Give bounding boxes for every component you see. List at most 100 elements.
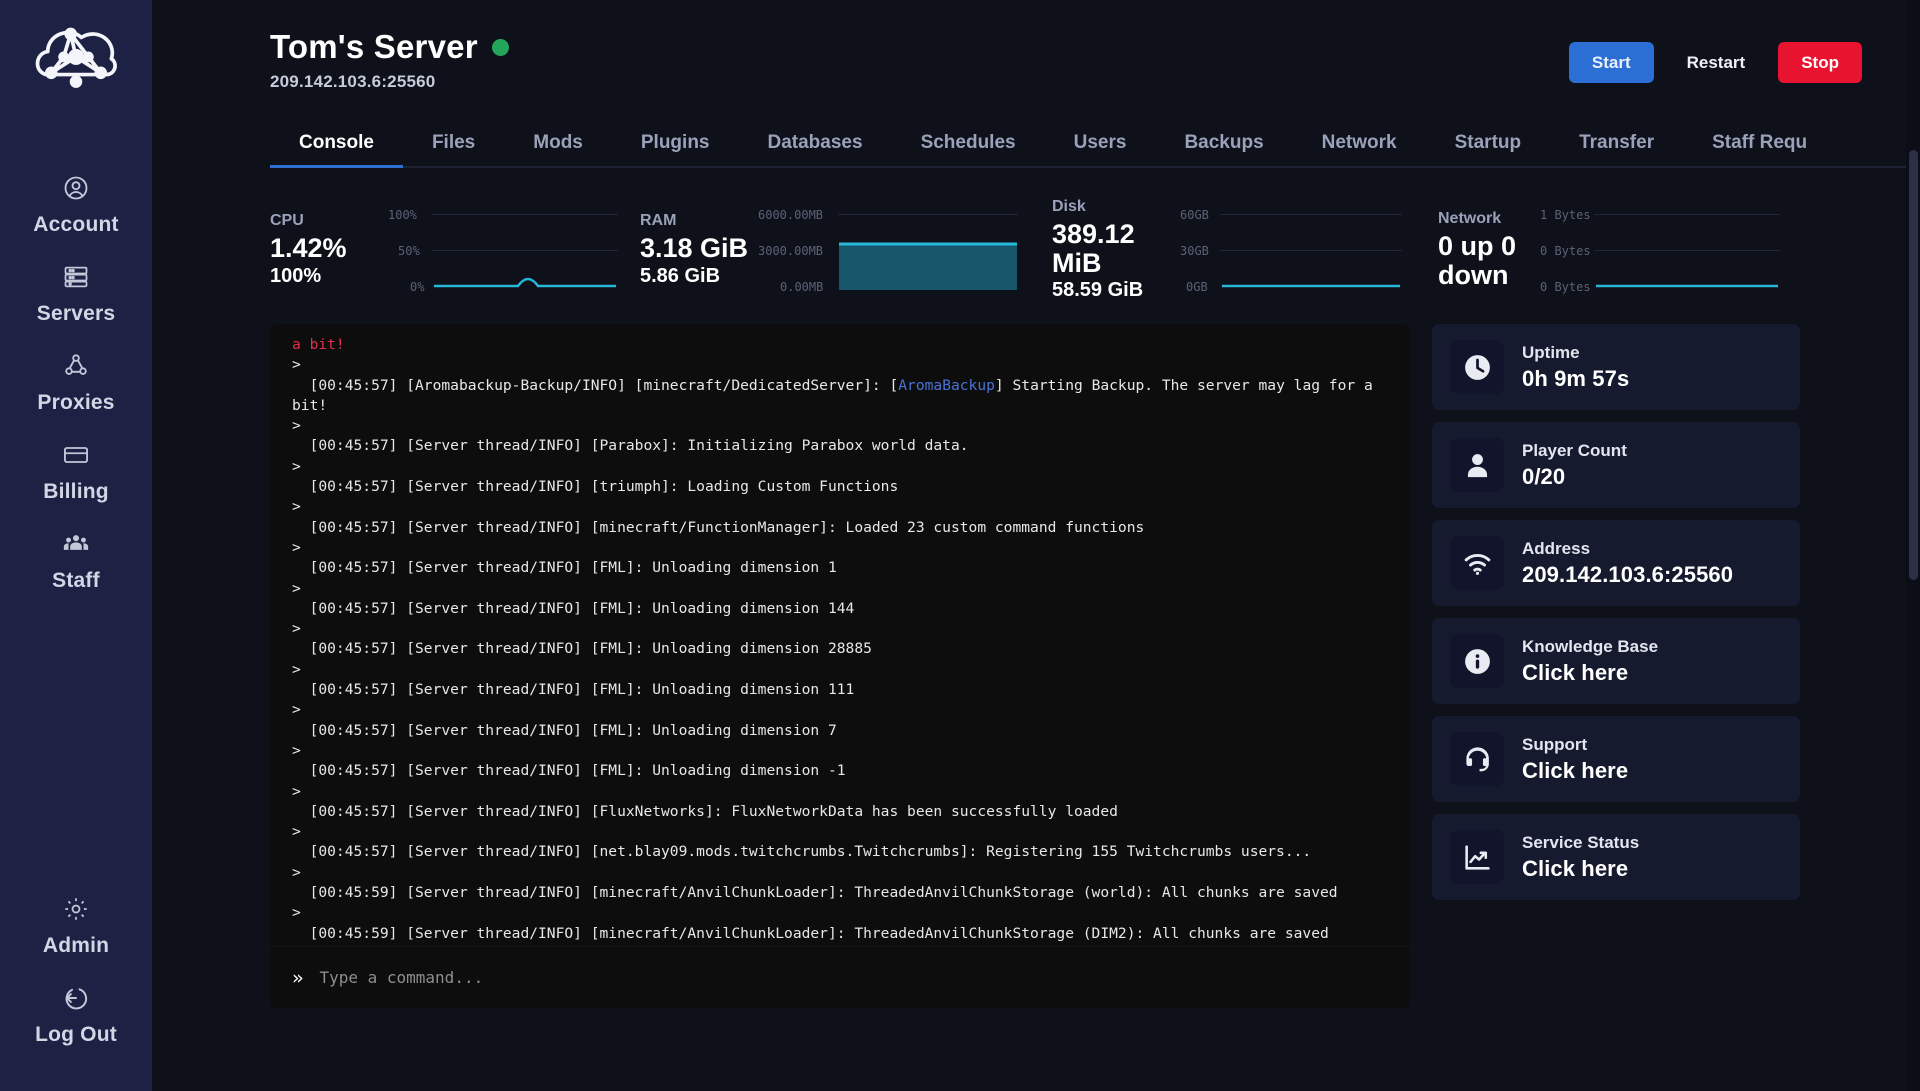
console-log-line: a bit! bbox=[292, 336, 345, 353]
stat-label: Disk bbox=[1052, 197, 1086, 215]
cpu-chart: 100% 50% 0% bbox=[388, 198, 618, 302]
console-prompt-line: > bbox=[292, 823, 301, 841]
power-controls: Start Restart Stop bbox=[1568, 28, 1862, 83]
info-card-label: Player Count bbox=[1522, 440, 1627, 460]
tab-startup[interactable]: Startup bbox=[1426, 132, 1551, 166]
tab-schedules[interactable]: Schedules bbox=[892, 132, 1045, 166]
console-highlight-token: AromaBackup bbox=[898, 376, 995, 394]
tab-transfer[interactable]: Transfer bbox=[1550, 132, 1683, 166]
axis-tick-label: 1 Bytes bbox=[1540, 208, 1591, 222]
stat-value: 0 up 0 down bbox=[1438, 231, 1517, 290]
sidebar-item-admin[interactable]: Admin bbox=[0, 881, 152, 970]
clock-icon bbox=[1450, 340, 1504, 394]
tab-plugins[interactable]: Plugins bbox=[612, 132, 739, 166]
stat-sub: 58.59 GiB bbox=[1052, 279, 1144, 302]
tab-databases[interactable]: Databases bbox=[739, 132, 892, 166]
console-prompt-line: > bbox=[292, 498, 301, 516]
console-panel[interactable]: a bit! > [00:45:57] [Aromabackup-Backup/I… bbox=[270, 324, 1410, 1008]
info-icon bbox=[1450, 634, 1504, 688]
server-rack-icon bbox=[61, 262, 91, 292]
stat-cpu: CPU 1.42% 100% 100% 50% 0% bbox=[270, 198, 618, 302]
page-title: Tom's Server bbox=[270, 28, 478, 65]
network-chart: 1 Bytes 0 Bytes 0 Bytes bbox=[1540, 198, 1780, 302]
axis-tick-label: 6000.00MB bbox=[758, 208, 824, 222]
tab-network[interactable]: Network bbox=[1293, 132, 1426, 166]
stat-disk: Disk 389.12 MiB 58.59 GiB 60GB 30GB 0GB bbox=[1052, 198, 1402, 302]
ram-chart: 6000.00MB 3000.00MB 0.00MB bbox=[758, 198, 1018, 302]
double-chevron-icon: » bbox=[292, 966, 304, 989]
page-scrollbar-thumb[interactable] bbox=[1909, 150, 1918, 580]
stop-button[interactable]: Stop bbox=[1778, 42, 1862, 83]
restart-button[interactable]: Restart bbox=[1664, 42, 1769, 83]
tab-backups[interactable]: Backups bbox=[1155, 132, 1292, 166]
console-output[interactable]: a bit! > [00:45:57] [Aromabackup-Backup/I… bbox=[270, 324, 1410, 944]
stat-value: 3.18 GiB bbox=[640, 233, 749, 264]
info-card-player-count[interactable]: Player Count 0/20 bbox=[1432, 422, 1800, 508]
info-card-label: Knowledge Base bbox=[1522, 636, 1659, 656]
sidebar-nav-primary: Account Servers Proxies Billing Staff bbox=[0, 160, 152, 605]
console-and-info: a bit! > [00:45:57] [Aromabackup-Backup/I… bbox=[270, 324, 1920, 1008]
console-prompt-line: > bbox=[292, 538, 301, 556]
axis-tick-label: 0 Bytes bbox=[1540, 244, 1591, 258]
info-card-knowledge-base[interactable]: Knowledge Base Click here bbox=[1432, 618, 1800, 704]
console-prompt-line: > bbox=[292, 741, 301, 759]
disk-sparkline bbox=[1222, 284, 1400, 288]
console-prompt-line: > bbox=[292, 660, 301, 678]
tab-users[interactable]: Users bbox=[1045, 132, 1156, 166]
axis-tick-label: 0.00MB bbox=[780, 280, 824, 294]
info-card-label: Uptime bbox=[1522, 342, 1580, 362]
console-log-line: [00:45:57] [Server thread/INFO] [FluxNet… bbox=[292, 802, 1118, 820]
console-log-line: [00:45:57] [Server thread/INFO] [FML]: U… bbox=[292, 721, 837, 739]
server-header: Tom's Server 209.142.103.6:25560 Start R… bbox=[152, 0, 1920, 92]
console-prompt-line: > bbox=[292, 356, 301, 374]
command-input[interactable] bbox=[319, 968, 1388, 987]
page-scrollbar[interactable] bbox=[1906, 0, 1920, 1091]
console-prompt-line: > bbox=[292, 904, 301, 922]
console-log-line: [00:45:57] [Server thread/INFO] [minecra… bbox=[292, 518, 1145, 536]
sidebar-item-logout[interactable]: Log Out bbox=[0, 970, 152, 1059]
gear-icon bbox=[61, 894, 91, 924]
tab-staff-requests[interactable]: Staff Requ bbox=[1683, 132, 1836, 166]
info-card-value: 209.142.103.6:25560 bbox=[1522, 561, 1734, 587]
app-root: Account Servers Proxies Billing Staff Ad… bbox=[0, 0, 1920, 1091]
start-button[interactable]: Start bbox=[1568, 42, 1654, 83]
info-cards: Uptime 0h 9m 57s Player Count 0/20 Addre… bbox=[1432, 324, 1800, 1008]
info-card-support[interactable]: Support Click here bbox=[1432, 716, 1800, 802]
status-badge bbox=[491, 38, 509, 56]
console-log-line: [00:45:57] [Server thread/INFO] [FML]: U… bbox=[292, 599, 855, 617]
tab-console[interactable]: Console bbox=[270, 132, 403, 168]
tab-files[interactable]: Files bbox=[403, 132, 504, 166]
info-card-label: Support bbox=[1522, 734, 1588, 754]
credit-card-icon bbox=[61, 440, 91, 470]
console-prompt-line: > bbox=[292, 782, 301, 800]
stat-label: Network bbox=[1438, 210, 1502, 228]
sidebar-item-billing[interactable]: Billing bbox=[0, 427, 152, 516]
console-input-bar[interactable]: » bbox=[270, 946, 1410, 1008]
sidebar-item-staff[interactable]: Staff bbox=[0, 516, 152, 605]
server-tabs: Console Files Mods Plugins Databases Sch… bbox=[270, 126, 1920, 168]
console-prompt-line: > bbox=[292, 457, 301, 475]
sidebar-item-label: Account bbox=[33, 213, 119, 236]
info-card-address[interactable]: Address 209.142.103.6:25560 bbox=[1432, 520, 1800, 606]
sidebar-item-proxies[interactable]: Proxies bbox=[0, 338, 152, 427]
cloud-network-logo[interactable] bbox=[30, 18, 122, 94]
info-card-value: Click here bbox=[1522, 659, 1629, 685]
console-log-line: [00:45:57] [Server thread/INFO] [triumph… bbox=[292, 478, 899, 496]
axis-tick-label: 60GB bbox=[1180, 208, 1209, 222]
server-title-block: Tom's Server 209.142.103.6:25560 bbox=[270, 28, 509, 92]
info-card-value: Click here bbox=[1522, 855, 1629, 881]
info-card-label: Address bbox=[1522, 538, 1591, 558]
stat-sub: 5.86 GiB bbox=[640, 264, 721, 287]
server-title-row: Tom's Server bbox=[270, 28, 509, 66]
sidebar-item-label: Staff bbox=[52, 569, 100, 592]
user-circle-icon bbox=[61, 173, 91, 203]
tab-mods[interactable]: Mods bbox=[504, 132, 612, 166]
axis-tick-label: 100% bbox=[388, 208, 417, 222]
info-card-service-status[interactable]: Service Status Click here bbox=[1432, 814, 1800, 900]
info-card-uptime[interactable]: Uptime 0h 9m 57s bbox=[1432, 324, 1800, 410]
console-log-line: [00:45:57] [Server thread/INFO] [FML]: U… bbox=[292, 762, 846, 780]
sidebar-item-servers[interactable]: Servers bbox=[0, 249, 152, 338]
console-log-line: [00:45:57] [Server thread/INFO] [Parabox… bbox=[292, 437, 969, 455]
sidebar-item-account[interactable]: Account bbox=[0, 160, 152, 249]
console-prompt-line: > bbox=[292, 417, 301, 435]
